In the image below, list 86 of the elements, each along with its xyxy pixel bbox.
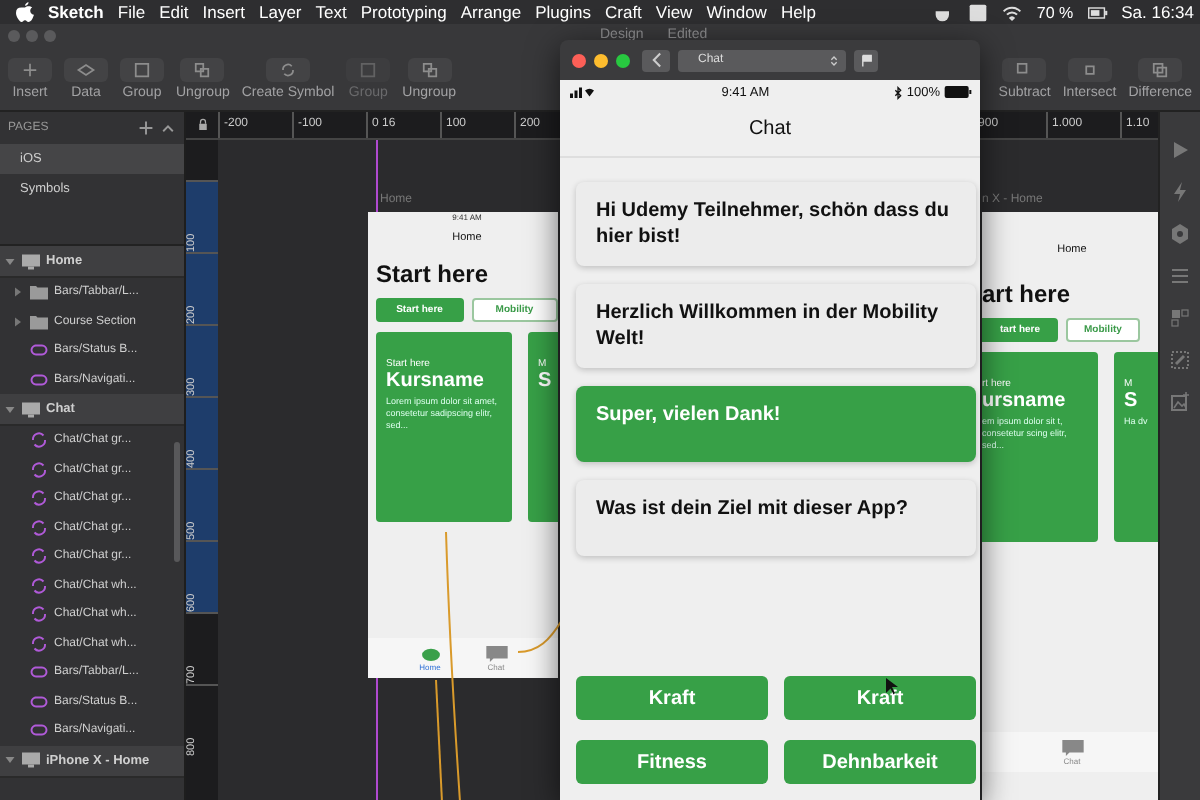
lock-icon[interactable] (197, 118, 207, 132)
heading: art here (982, 280, 1073, 308)
toolbar-icon (1002, 57, 1047, 81)
chat-message: Super, vielen Dank! (576, 386, 976, 462)
toolbar-icon (1067, 57, 1112, 81)
menu-item[interactable]: View (655, 2, 693, 22)
chat-bubble-icon (1061, 739, 1083, 755)
disclosure-triangle-icon[interactable] (12, 286, 24, 299)
play-icon[interactable] (1170, 140, 1190, 160)
window-close-button[interactable] (572, 53, 586, 67)
menu-item[interactable]: Plugins (535, 2, 591, 22)
grid-icon[interactable] (1170, 308, 1190, 328)
sync-icon (30, 635, 48, 652)
window-close-button[interactable] (8, 29, 20, 41)
edit-icon[interactable] (1170, 350, 1190, 370)
apple-logo-icon[interactable] (16, 1, 34, 23)
flag-button[interactable] (854, 49, 878, 71)
menu-item[interactable]: Craft (605, 2, 642, 22)
disclosure-triangle-icon[interactable] (4, 754, 16, 766)
signal-icon (568, 86, 596, 98)
menu-item[interactable]: Window (706, 2, 767, 22)
sync-icon (30, 577, 48, 594)
toolbar-icon (120, 57, 164, 81)
menu-item[interactable]: Insert (202, 2, 245, 22)
menu-item[interactable]: Text (315, 2, 347, 22)
symbol-icon (30, 693, 48, 710)
chat-message: Hi Udemy Teilnehmer, schön dass du hier bist! (576, 182, 976, 266)
card-title: Kursname (386, 370, 486, 392)
window-zoom-button[interactable] (616, 53, 630, 67)
wifi-icon[interactable] (1002, 3, 1023, 21)
menu-item[interactable]: Prototyping (360, 2, 447, 22)
disclosure-triangle-icon[interactable] (4, 403, 16, 415)
chat-message: Herzlich Willkommen in der Mobility Welt! (576, 284, 976, 368)
prototype-link-line (517, 619, 563, 653)
toolbar-icon (8, 57, 52, 81)
up-down-chevron-icon (830, 53, 838, 67)
menu-item[interactable]: File (117, 2, 146, 22)
battery-icon (944, 86, 973, 98)
card-title: S (1124, 390, 1140, 412)
toolbar-icon (1138, 57, 1183, 81)
sync-icon (30, 432, 48, 449)
menu-item[interactable]: Layer (259, 2, 302, 22)
list-icon[interactable] (1170, 266, 1190, 286)
app-status-icon[interactable] (968, 3, 989, 21)
card-title: ursname (982, 390, 1068, 412)
sync-icon (30, 490, 48, 507)
artboard-icon (22, 401, 40, 417)
sync-icon (30, 519, 48, 536)
symbol-icon (30, 342, 48, 359)
toolbar-icon (266, 57, 310, 81)
menu-item[interactable]: Help (780, 2, 816, 22)
lightning-icon[interactable] (1170, 182, 1190, 202)
sync-icon (30, 548, 48, 565)
toolbar-icon (64, 57, 108, 81)
symbol-icon (30, 371, 48, 388)
menubar-clock: Sa. 16:34 (1121, 2, 1194, 22)
symbol-icon (30, 722, 48, 739)
app-menu[interactable]: Sketch (48, 2, 104, 22)
battery-icon[interactable] (1087, 3, 1108, 21)
toolbar-icon (346, 57, 391, 81)
gear-icon[interactable] (1170, 224, 1190, 244)
chat-message: Was ist dein Ziel mit dieser App? (576, 480, 976, 556)
toolbar-icon (407, 57, 452, 81)
disclosure-triangle-icon[interactable] (4, 255, 16, 267)
flag-icon (859, 53, 873, 67)
symbol-icon (30, 664, 48, 681)
nav-title: Chat (560, 104, 980, 158)
menu-item[interactable]: Edit (159, 2, 189, 22)
disclosure-triangle-icon[interactable] (12, 315, 24, 328)
add-image-icon[interactable] (1170, 392, 1190, 412)
heading: Start here (376, 260, 491, 288)
sync-icon (30, 606, 48, 623)
window-minimize-button[interactable] (594, 53, 608, 67)
toolbar-icon (180, 57, 225, 81)
sync-icon (30, 461, 48, 478)
chevron-up-icon[interactable] (160, 120, 176, 136)
artboard-icon (22, 752, 40, 768)
chevron-left-icon (651, 52, 661, 68)
bluetooth-icon (894, 85, 903, 99)
chat-bubble-icon (485, 645, 507, 661)
menu-item[interactable]: Arrange (460, 2, 522, 22)
back-button[interactable] (642, 49, 670, 71)
plus-icon[interactable] (138, 120, 154, 136)
battery-percent: 70 % (1036, 3, 1074, 21)
card-title: S (538, 370, 554, 392)
artboard-icon (22, 253, 40, 269)
